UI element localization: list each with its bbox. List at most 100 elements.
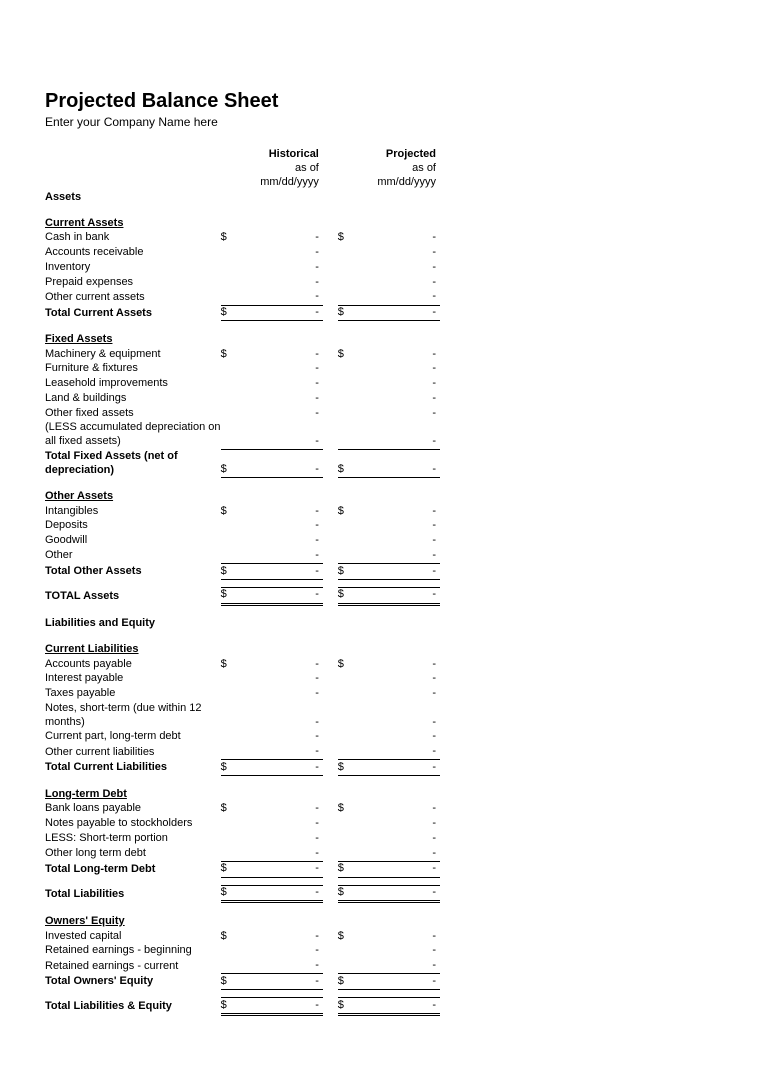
row-total-current-assets: Total Current Assets$-$- xyxy=(45,305,440,321)
row-other-lt-debt: Other long term debt-- xyxy=(45,846,440,861)
proj-val: - xyxy=(361,998,440,1015)
row-accounts-receivable: Accounts receivable - - xyxy=(45,246,440,261)
proj-cur: $ xyxy=(338,305,361,321)
row-deposits: Deposits-- xyxy=(45,519,440,534)
proj-cur: $ xyxy=(338,587,361,604)
hist-cur: $ xyxy=(221,347,244,362)
projected-date: as of mm/dd/yyyy xyxy=(361,162,440,191)
row-total-liab-equity: Total Liabilities & Equity$-$- xyxy=(45,998,440,1015)
hist-val: - xyxy=(244,564,323,580)
hist-val: - xyxy=(244,290,323,305)
hist-val: - xyxy=(244,998,323,1015)
proj-val: - xyxy=(361,305,440,321)
label-total-fixed: Total Fixed Assets (net of depreciation) xyxy=(45,449,221,478)
hist-val: - xyxy=(244,846,323,861)
proj-val: - xyxy=(361,391,440,406)
hist-val: - xyxy=(244,944,323,959)
proj-cur: $ xyxy=(338,347,361,362)
historical-date: as of mm/dd/yyyy xyxy=(244,162,323,191)
hist-cur: $ xyxy=(221,564,244,580)
projected-header: Projected xyxy=(361,147,440,162)
hist-val: - xyxy=(244,246,323,261)
hist-val: - xyxy=(244,974,323,990)
label-deposits: Deposits xyxy=(45,519,221,534)
balance-sheet-table: Historical Projected as of mm/dd/yyyy as… xyxy=(45,147,440,1016)
label-other-current-liab: Other current liabilities xyxy=(45,745,221,760)
row-leasehold: Leasehold improvements-- xyxy=(45,377,440,392)
hist-val: - xyxy=(244,305,323,321)
hist-val: - xyxy=(244,701,323,730)
proj-val: - xyxy=(361,760,440,776)
proj-cur: $ xyxy=(338,861,361,877)
hist-cur: $ xyxy=(221,929,244,944)
proj-val: - xyxy=(361,657,440,672)
proj-val: - xyxy=(361,290,440,305)
hist-cur: $ xyxy=(221,449,244,478)
row-current-part-lt: Current part, long-term debt-- xyxy=(45,730,440,745)
label-total-lt-debt: Total Long-term Debt xyxy=(45,861,221,877)
label-less-depreciation: (LESS accumulated depreciation on all fi… xyxy=(45,421,221,450)
row-invested-capital: Invested capital$-$- xyxy=(45,929,440,944)
hist-val: - xyxy=(244,275,323,290)
hist-val: - xyxy=(244,548,323,563)
label-current-part-lt: Current part, long-term debt xyxy=(45,730,221,745)
row-other-fixed: Other fixed assets-- xyxy=(45,406,440,421)
row-notes-stockholders: Notes payable to stockholders-- xyxy=(45,817,440,832)
hist-val: - xyxy=(244,519,323,534)
label-prepaid-expenses: Prepaid expenses xyxy=(45,275,221,290)
label-accounts-receivable: Accounts receivable xyxy=(45,246,221,261)
proj-val: - xyxy=(361,362,440,377)
row-less-st-portion: LESS: Short-term portion-- xyxy=(45,831,440,846)
row-inventory: Inventory-- xyxy=(45,260,440,275)
proj-val: - xyxy=(361,802,440,817)
proj-val: - xyxy=(361,564,440,580)
other-assets-heading: Other Assets xyxy=(45,489,221,504)
hist-val: - xyxy=(244,760,323,776)
proj-cur: $ xyxy=(338,449,361,478)
hist-cur: $ xyxy=(221,504,244,519)
proj-cur: $ xyxy=(338,231,361,246)
proj-cur: $ xyxy=(338,802,361,817)
hist-val: - xyxy=(244,534,323,549)
hist-val: - xyxy=(244,687,323,702)
proj-cur: $ xyxy=(338,998,361,1015)
proj-val: - xyxy=(361,406,440,421)
label-other: Other xyxy=(45,548,221,563)
label-furniture: Furniture & fixtures xyxy=(45,362,221,377)
label-retained-begin: Retained earnings - beginning xyxy=(45,944,221,959)
historical-header: Historical xyxy=(244,147,323,162)
label-total-liab-equity: Total Liabilities & Equity xyxy=(45,998,221,1015)
hist-cur: $ xyxy=(221,998,244,1015)
hist-cur: $ xyxy=(221,657,244,672)
row-goodwill: Goodwill-- xyxy=(45,534,440,549)
proj-val: - xyxy=(361,275,440,290)
label-machinery: Machinery & equipment xyxy=(45,347,221,362)
column-headers-bold: Historical Projected xyxy=(45,147,440,162)
hist-cur: $ xyxy=(221,305,244,321)
proj-val: - xyxy=(361,587,440,604)
proj-val: - xyxy=(361,831,440,846)
row-land: Land & buildings-- xyxy=(45,391,440,406)
label-notes-short: Notes, short-term (due within 12 months) xyxy=(45,701,221,730)
row-machinery: Machinery & equipment$-$- xyxy=(45,347,440,362)
label-total-owners-equity: Total Owners' Equity xyxy=(45,974,221,990)
proj-val: - xyxy=(361,861,440,877)
proj-val: - xyxy=(361,246,440,261)
row-total-current-liabilities: Total Current Liabilities$-$- xyxy=(45,760,440,776)
proj-val: - xyxy=(361,231,440,246)
proj-val: - xyxy=(361,548,440,563)
row-total-other-assets: Total Other Assets$-$- xyxy=(45,564,440,580)
hist-cur: $ xyxy=(221,760,244,776)
column-headers-date: as of mm/dd/yyyy as of mm/dd/yyyy xyxy=(45,162,440,191)
label-inventory: Inventory xyxy=(45,260,221,275)
fixed-assets-heading: Fixed Assets xyxy=(45,332,221,347)
current-assets-heading: Current Assets xyxy=(45,216,221,231)
label-other-current-assets: Other current assets xyxy=(45,290,221,305)
row-cash-in-bank: Cash in bank$-$- xyxy=(45,231,440,246)
proj-cur: $ xyxy=(338,885,361,902)
proj-val: - xyxy=(361,959,440,974)
hist-val: - xyxy=(244,929,323,944)
label-total-assets: TOTAL Assets xyxy=(45,587,221,604)
hist-val: - xyxy=(244,672,323,687)
row-accounts-payable: Accounts payable$-$- xyxy=(45,657,440,672)
